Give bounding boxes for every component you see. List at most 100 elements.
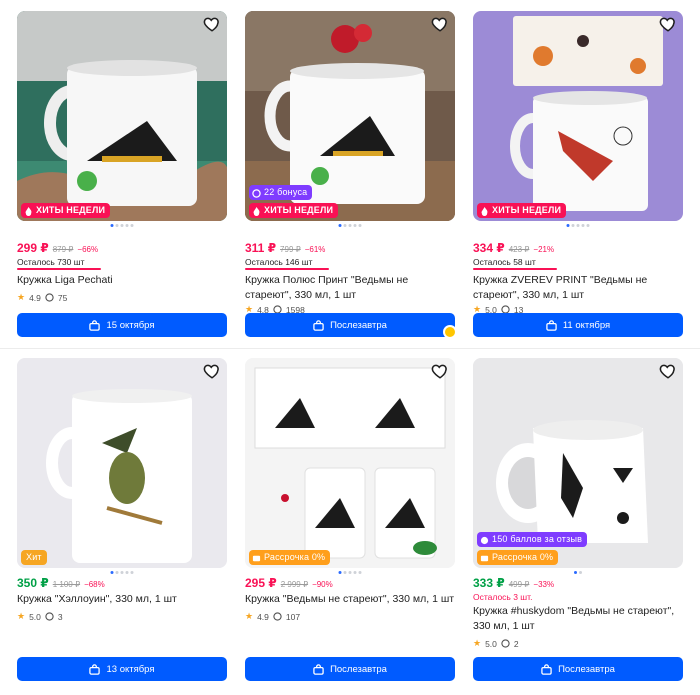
image-pager[interactable] [338,224,362,227]
discount: −33% [533,580,555,589]
price: 350 ₽ [17,576,49,590]
product-image[interactable]: 150 баллов за отзыв Рассрочка 0% [473,358,683,568]
points-icon [480,535,489,545]
product-title[interactable]: Кружка #huskydom "Ведьмы не стареют", 33… [473,604,683,634]
price: 333 ₽ [473,576,505,590]
reviews-count: 3 [57,611,63,622]
image-pager[interactable] [110,571,134,574]
stock-left: Осталось 146 шт [245,257,313,267]
discount: −66% [77,245,99,254]
installment-badge: Рассрочка 0% [249,550,331,565]
comment-icon [501,639,510,648]
rating: 4.9 [29,292,41,303]
product-title[interactable]: Кружка Полюс Принт "Ведьмы не стареют", … [245,273,455,303]
favorite-heart-icon[interactable] [431,362,449,380]
price: 334 ₽ [473,241,505,255]
product-title[interactable]: Кружка Liga Pechati [17,273,227,288]
reviews-count: 2 [513,638,519,649]
favorite-heart-icon[interactable] [203,15,221,33]
delivery-button[interactable]: Послезавтра [473,657,683,681]
discount: −61% [304,245,326,254]
product-image[interactable]: ХИТЫ НЕДЕЛИ [473,11,683,221]
star-icon: ★ [473,638,482,648]
product-image[interactable]: ХИТЫ НЕДЕЛИ [17,11,227,221]
delivery-date: Послезавтра [558,663,615,675]
installment-icon [480,553,489,562]
reviews-count: 75 [57,292,68,303]
product-title[interactable]: Кружка "Ведьмы не стареют", 330 мл, 1 шт [245,592,455,607]
old-price: 2 999 ₽ [280,580,309,589]
price-row: 333 ₽ 499 ₽ −33% [473,576,554,590]
star-icon: ★ [245,611,254,621]
bonus-coin-icon [252,188,261,198]
delivery-button[interactable]: 11 октября [473,313,683,337]
comment-icon [45,293,54,302]
price: 311 ₽ [245,241,277,255]
cart-icon [541,663,552,675]
hit-badge: Хит [21,550,47,565]
image-pager[interactable] [110,224,134,227]
stock-left: Осталось 3 шт. [473,592,533,602]
favorite-heart-icon[interactable] [659,362,677,380]
comment-icon [273,612,282,621]
cart-icon [313,663,324,675]
reviews-count: 107 [285,611,301,622]
rating-row[interactable]: ★ 4.9 75 [17,292,67,303]
cart-icon [546,319,557,331]
image-pager[interactable] [338,571,362,574]
old-price: 1 100 ₽ [52,580,81,589]
stock-bar [17,268,101,270]
delivery-date: Послезавтра [330,319,387,331]
star-icon: ★ [17,611,26,621]
delivery-date: 13 октября [106,663,155,675]
premium-crown-icon [443,325,457,339]
price: 295 ₽ [245,576,277,590]
price-row: 334 ₽ 423 ₽ −21% [473,241,554,255]
fire-icon [480,206,489,216]
price: 299 ₽ [17,241,49,255]
stock-bar [245,268,329,270]
delivery-button[interactable]: 15 октября [17,313,227,337]
stock-bar [473,268,557,270]
delivery-date: 15 октября [106,319,155,331]
favorite-heart-icon[interactable] [203,362,221,380]
cart-icon [313,319,324,331]
rating: 5.0 [485,638,497,649]
price-row: 295 ₽ 2 999 ₽ −90% [245,576,333,590]
image-pager[interactable] [566,224,590,227]
product-title[interactable]: Кружка "Хэллоуин", 330 мл, 1 шт [17,592,227,607]
review-points-badge: 150 баллов за отзыв [477,532,588,547]
installment-icon [252,553,261,562]
cart-icon [89,663,101,675]
delivery-button[interactable]: Послезавтра [245,313,455,337]
star-icon: ★ [17,292,26,302]
stock-left: Осталось 730 шт [17,257,85,267]
old-price: 423 ₽ [508,245,530,254]
rating: 5.0 [29,611,41,622]
rating-row[interactable]: ★ 5.0 2 [473,638,519,649]
price-row: 350 ₽ 1 100 ₽ −68% [17,576,105,590]
rating-row[interactable]: ★ 4.9 107 [245,611,300,622]
delivery-date: 11 октября [562,319,611,331]
row-divider [0,348,700,349]
hits-badge: ХИТЫ НЕДЕЛИ [249,203,339,218]
price-row: 299 ₽ 879 ₽ −66% [17,241,98,255]
favorite-heart-icon[interactable] [431,15,449,33]
cart-icon [89,319,101,331]
rating-row[interactable]: ★ 5.0 3 [17,611,63,622]
stock-left: Осталось 58 шт [473,257,536,267]
old-price: 799 ₽ [280,245,301,254]
product-image[interactable]: Рассрочка 0% [245,358,455,568]
favorite-heart-icon[interactable] [659,15,677,33]
discount: −90% [312,580,333,589]
image-pager[interactable] [574,571,582,574]
delivery-button[interactable]: Послезавтра [245,657,455,681]
delivery-button[interactable]: 13 октября [17,657,227,681]
product-title[interactable]: Кружка ZVEREV PRINT "Ведьмы не стареют",… [473,273,683,303]
installment-badge: Рассрочка 0% [477,550,559,565]
old-price: 499 ₽ [508,580,530,589]
product-image[interactable]: 22 бонуса ХИТЫ НЕДЕЛИ [245,11,455,221]
product-image[interactable]: Хит [17,358,227,568]
old-price: 879 ₽ [52,245,74,254]
bonus-badge: 22 бонуса [249,185,313,200]
